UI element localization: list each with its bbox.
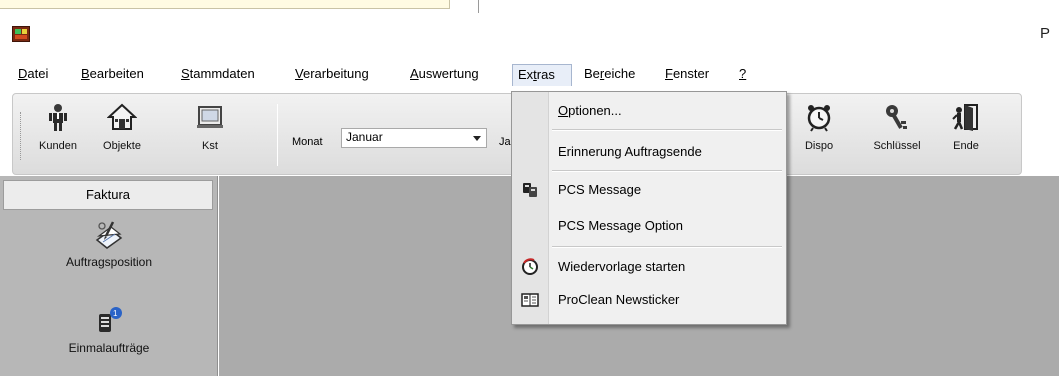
einmalauftraege-label: Einmalaufträge: [68, 341, 150, 355]
menu-separator: [552, 170, 782, 172]
extras-menu: Optionen... Erinnerung Auftragsende PCS …: [511, 91, 787, 325]
exit-door-icon: [952, 104, 978, 131]
strip-divider: [478, 0, 479, 13]
menu-item-wiedervorlage-starten[interactable]: Wiedervorlage starten: [512, 252, 786, 282]
menu-bereiche[interactable]: Bereiche: [579, 64, 640, 86]
window-title: P: [1040, 25, 1051, 42]
pcs-message-label: PCS Message: [558, 182, 642, 197]
menu-stammdaten[interactable]: Stammdaten: [176, 64, 260, 86]
menu-bar: Datei Bearbeiten Stammdaten Verarbeitung…: [0, 56, 1059, 92]
wiedervorlage-label: Wiedervorlage starten: [558, 259, 686, 274]
keys-icon: [886, 105, 907, 129]
einmalauftraege-item[interactable]: 1 Einmalaufträge: [0, 306, 218, 355]
background-window-tab: [0, 0, 450, 9]
ende-label: Ende: [953, 140, 979, 152]
alarm-clock-icon: [807, 105, 831, 132]
house-icon: [107, 103, 137, 130]
toolbar-separator: [277, 104, 278, 166]
auftragsposition-label: Auftragsposition: [65, 255, 153, 269]
kunden-button[interactable]: Kunden: [29, 102, 87, 170]
app-icon[interactable]: [12, 26, 30, 42]
person-icon: [49, 104, 67, 131]
kunden-label: Kunden: [39, 140, 77, 152]
monat-select[interactable]: Januar: [341, 128, 487, 148]
erinnerung-label: Erinnerung Auftragsende: [558, 144, 702, 159]
title-bar: P: [0, 14, 1059, 56]
monat-label: Monat: [292, 136, 323, 148]
window-icon: [197, 106, 223, 128]
menu-help[interactable]: ?: [734, 64, 751, 86]
objekte-button[interactable]: Objekte: [93, 102, 151, 170]
pcs-message-option-label: PCS Message Option: [558, 218, 684, 233]
menu-item-pcs-message-option[interactable]: PCS Message Option: [512, 211, 786, 241]
menu-item-pcs-message[interactable]: PCS Message: [512, 175, 786, 205]
menu-separator: [552, 246, 782, 248]
chevron-down-icon[interactable]: [473, 136, 481, 141]
optionen-label: Optionen...: [558, 103, 622, 118]
schluessel-button[interactable]: Schlüssel: [868, 102, 926, 170]
menu-fenster[interactable]: Fenster: [660, 64, 714, 86]
dispo-button[interactable]: Dispo: [790, 102, 848, 170]
menu-datei[interactable]: Datei: [13, 64, 53, 86]
kst-button[interactable]: Kst: [181, 102, 239, 170]
dispo-label: Dispo: [804, 140, 834, 152]
faktura-header[interactable]: Faktura: [3, 180, 213, 210]
menu-verarbeitung[interactable]: Verarbeitung: [290, 64, 374, 86]
kst-label: Kst: [202, 140, 218, 152]
menu-auswertung[interactable]: Auswertung: [405, 64, 484, 86]
newsticker-label: ProClean Newsticker: [558, 292, 680, 307]
menu-bearbeiten[interactable]: Bearbeiten: [76, 64, 149, 86]
ende-button[interactable]: Ende: [937, 102, 995, 170]
order-position-icon: [95, 221, 123, 249]
menu-separator: [552, 129, 782, 131]
menu-item-erinnerung-auftragsende[interactable]: Erinnerung Auftragsende: [512, 137, 786, 167]
background-window-strip: [0, 0, 1059, 14]
message-icon: [523, 183, 537, 197]
toolbar-grip[interactable]: [20, 112, 22, 160]
menu-item-proclean-newsticker[interactable]: ProClean Newsticker: [512, 285, 786, 315]
auftragsposition-item[interactable]: Auftragsposition: [0, 220, 218, 269]
one-time-order-icon: 1: [99, 307, 122, 332]
menu-item-optionen[interactable]: Optionen...: [512, 96, 786, 126]
monat-value: Januar: [346, 130, 383, 144]
menu-extras[interactable]: Extras: [512, 64, 572, 86]
newsticker-icon: [521, 293, 539, 307]
schluessel-label: Schlüssel: [873, 140, 921, 152]
resubmission-icon: [522, 258, 538, 275]
svg-text:1: 1: [113, 309, 118, 318]
faktura-panel: Faktura Auftragsposition 1 Einmalaufträg…: [0, 176, 218, 376]
objekte-label: Objekte: [103, 140, 141, 152]
